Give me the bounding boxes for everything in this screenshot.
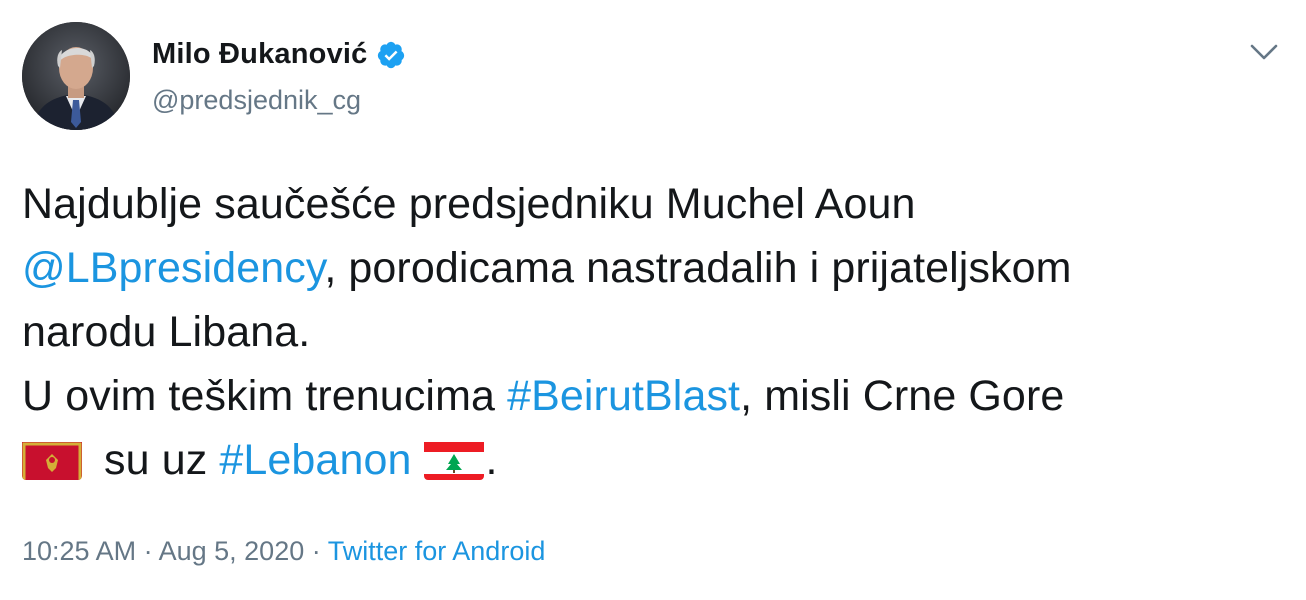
- hashtag-link-lebanon[interactable]: #Lebanon: [219, 436, 411, 484]
- text-segment: , porodicama nastradalih i prijateljskom: [324, 244, 1072, 292]
- separator: ·: [304, 536, 328, 566]
- montenegro-flag-icon: [22, 438, 82, 480]
- tweet-time[interactable]: 10:25 AM: [22, 536, 136, 566]
- verified-badge-icon: [376, 40, 406, 70]
- author-row: Milo Đukanović: [152, 38, 406, 71]
- tweet-line-4: U ovim teškim trenucima #BeirutBlast, mi…: [22, 364, 1282, 428]
- tweet-card: Milo Đukanović @predsjednik_cg Najdublje…: [0, 0, 1306, 600]
- hashtag-link-beirutblast[interactable]: #BeirutBlast: [507, 372, 740, 420]
- tweet-source-link[interactable]: Twitter for Android: [328, 536, 546, 566]
- lebanon-flag-icon: [423, 438, 484, 480]
- tweet-line-3: narodu Libana.: [22, 300, 1282, 364]
- text-segment: U ovim teškim trenucima: [22, 372, 508, 420]
- tweet-line-5: su uz #Lebanon .: [22, 428, 1282, 492]
- author-handle[interactable]: @predsjednik_cg: [152, 85, 361, 116]
- tweet-date[interactable]: Aug 5, 2020: [159, 536, 305, 566]
- avatar[interactable]: [22, 22, 130, 130]
- tweet-line-2: @LBpresidency, porodicama nastradalih i …: [22, 236, 1282, 300]
- tweet-line-1: Najdublje saučešće predsjedniku Muchel A…: [22, 172, 1282, 236]
- chevron-down-icon[interactable]: [1246, 38, 1282, 68]
- text-segment: , misli Crne Gore: [740, 372, 1065, 420]
- mention-link[interactable]: @LBpresidency: [22, 244, 324, 292]
- author-name[interactable]: Milo Đukanović: [152, 38, 368, 71]
- text-segment: Najdublje saučešće predsjedniku Muchel A…: [22, 180, 916, 228]
- text-segment: .: [485, 436, 498, 484]
- text-segment: narodu Libana.: [22, 308, 311, 356]
- text-segment: su uz: [92, 436, 220, 484]
- tweet-text: Najdublje saučešće predsjedniku Muchel A…: [22, 172, 1282, 492]
- tweet-meta: 10:25 AM · Aug 5, 2020 · Twitter for And…: [22, 536, 545, 567]
- separator: ·: [136, 536, 159, 566]
